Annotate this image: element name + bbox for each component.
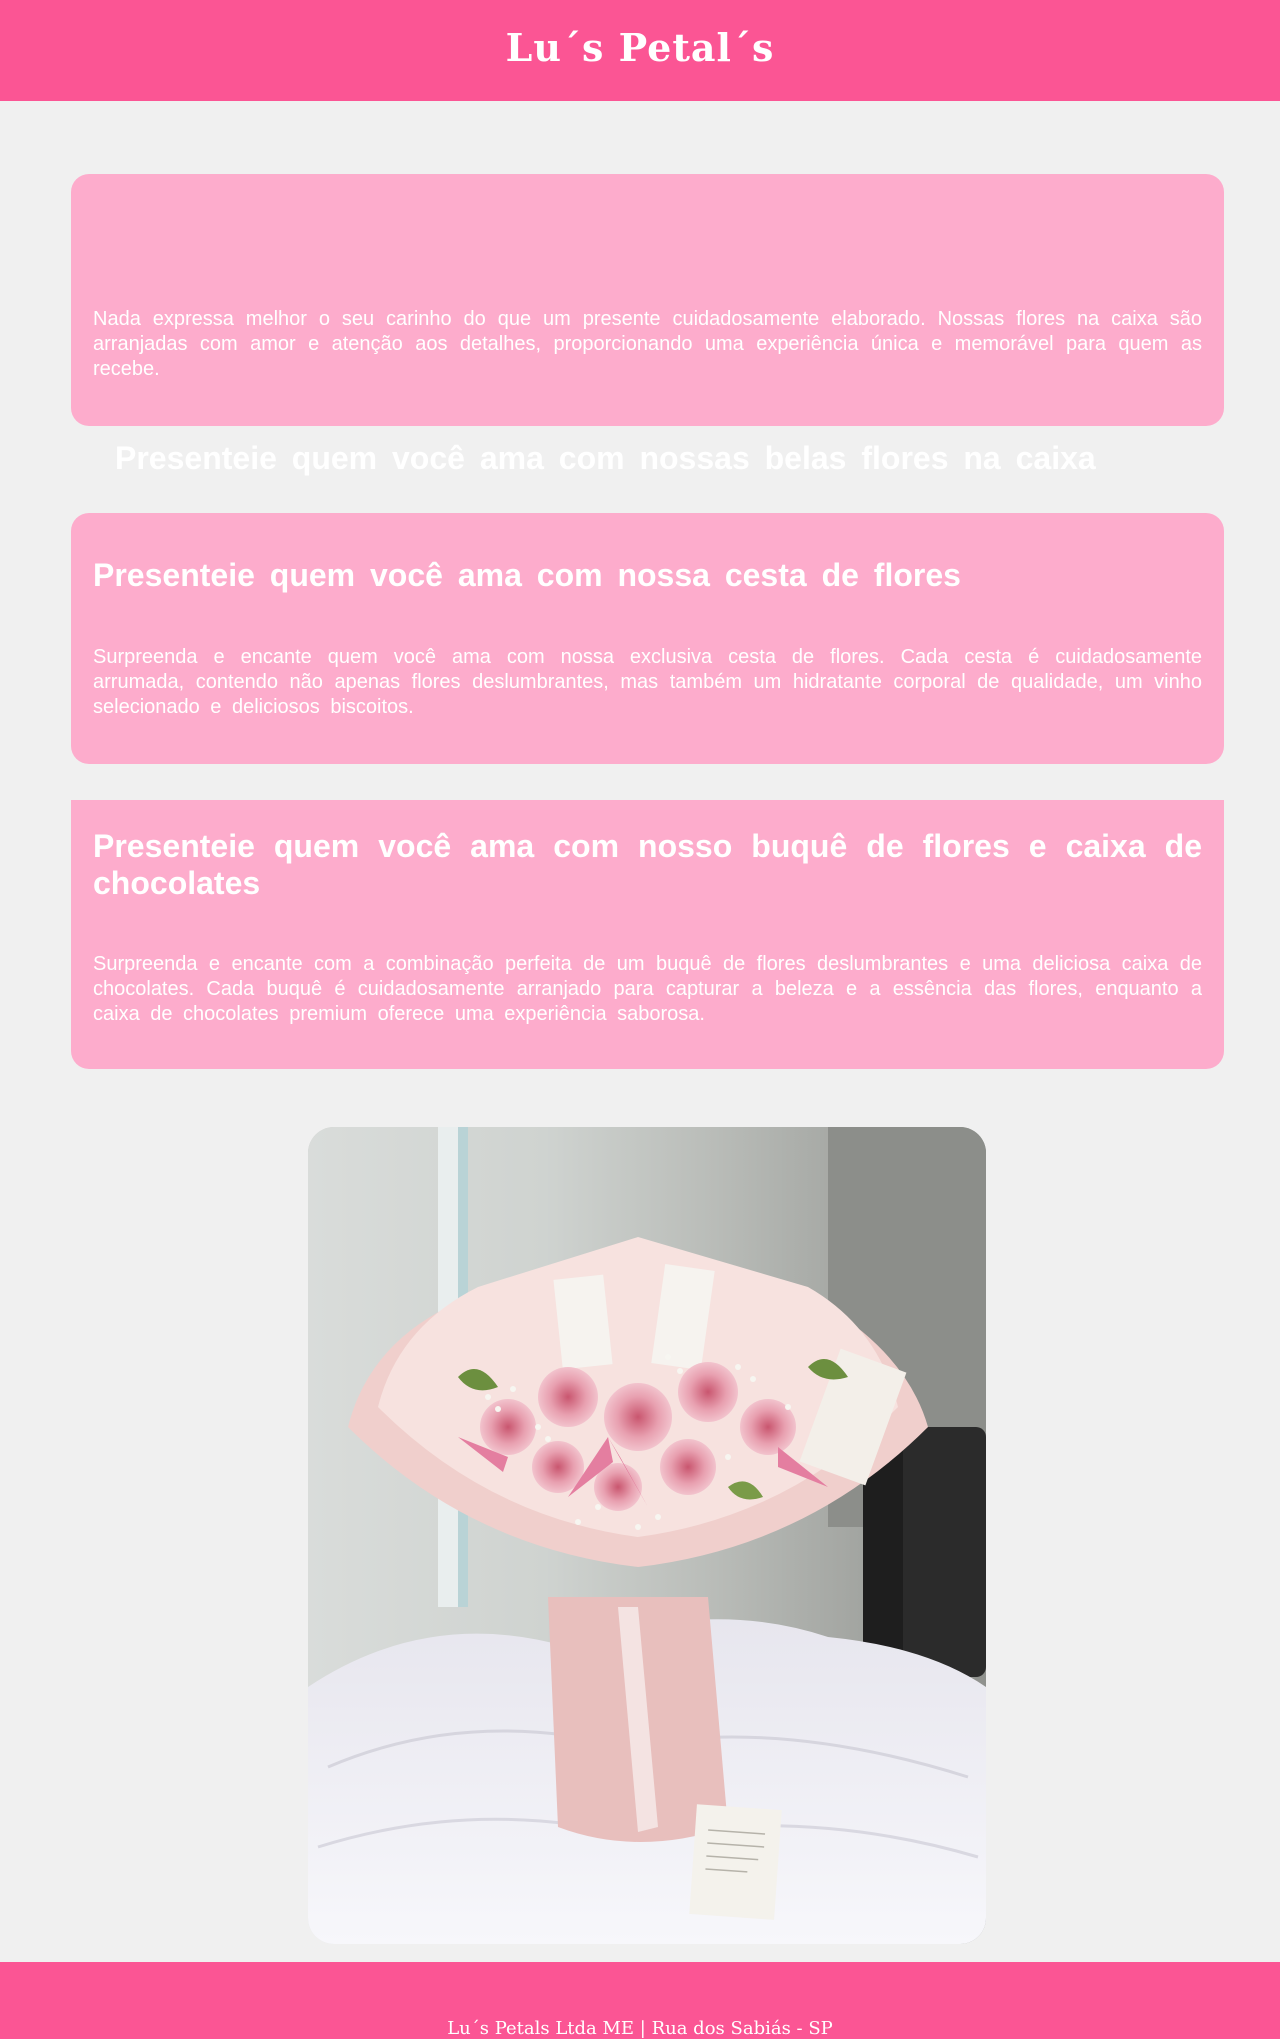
section-flowers-in-box: Presenteie quem você ama com nossas bela…: [71, 174, 1224, 476]
site-header: Lu´s Petal´s: [0, 0, 1280, 101]
section-bouquet-and-chocolates: Presenteie quem você ama com nosso buquê…: [71, 800, 1224, 1069]
section-title: Presenteie quem você ama com nossa cesta…: [93, 557, 961, 593]
section-title: Presenteie quem você ama com nosso buquê…: [93, 828, 1202, 901]
section-flower-basket: Presenteie quem você ama com nossa cesta…: [71, 513, 1224, 764]
site-title: Lu´s Petal´s: [505, 25, 775, 70]
site-footer: Lu´s Petals Ltda ME | Rua dos Sabiás - S…: [0, 1962, 1280, 2039]
footer-text: Lu´s Petals Ltda ME | Rua dos Sabiás - S…: [447, 2018, 833, 2039]
bouquet-photo: [308, 1127, 986, 1944]
section-body: Surpreenda e encante com a combinação pe…: [93, 953, 1202, 1025]
section-body: Surpreenda e encante quem você ama com n…: [93, 646, 1202, 718]
bouquet-illustration: [308, 1127, 986, 1944]
section-title: Presenteie quem você ama com nossas bela…: [115, 440, 1096, 476]
section-body: Nada expressa melhor o seu carinho do qu…: [93, 308, 1202, 380]
